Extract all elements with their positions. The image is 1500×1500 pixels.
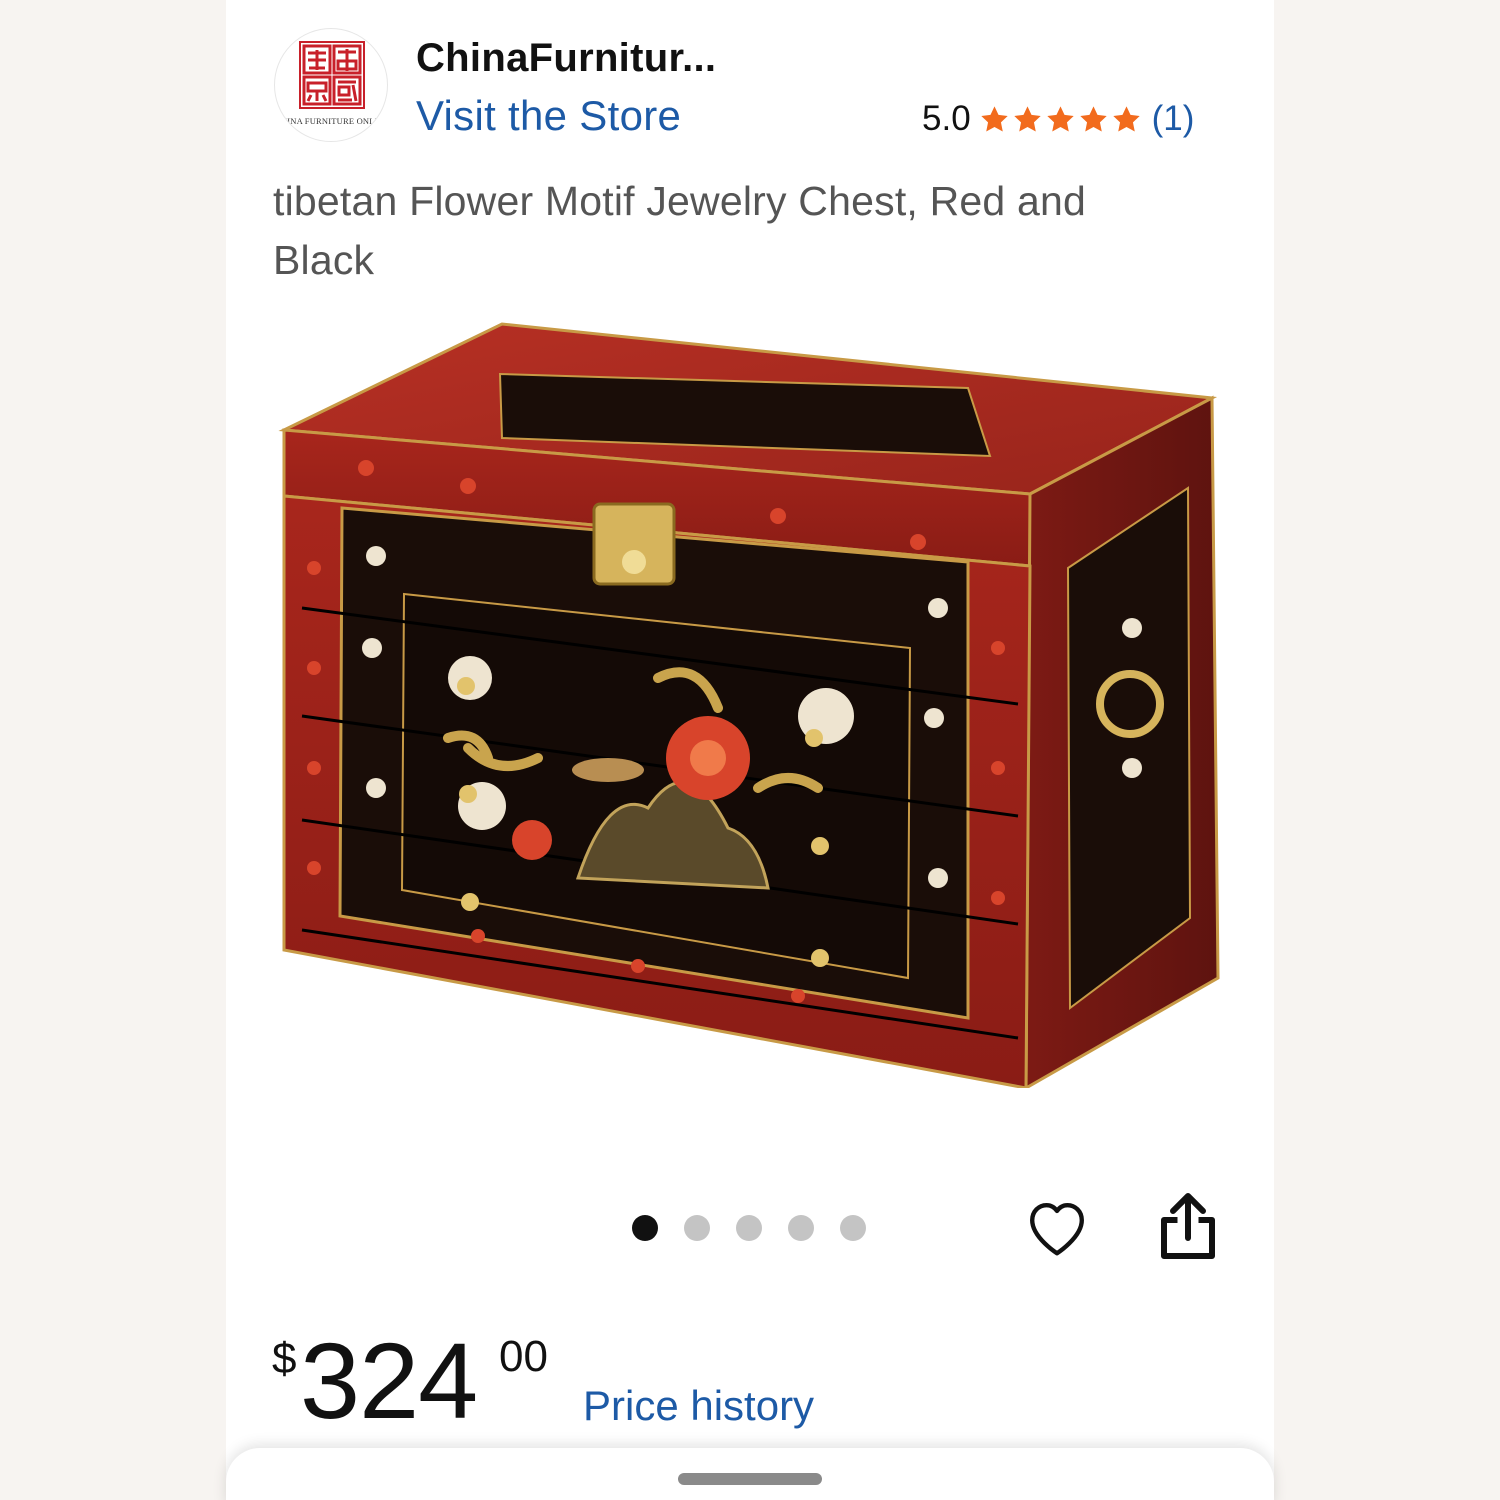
- seal-logo-icon: [299, 41, 365, 109]
- star-icon: [980, 105, 1008, 132]
- bottom-sheet[interactable]: [226, 1448, 1274, 1500]
- price-cents: 00: [499, 1332, 548, 1381]
- star-icon: [1013, 105, 1041, 132]
- rating-score: 5.0: [922, 99, 971, 138]
- rating-stars: [979, 104, 1142, 135]
- star-icon: [1046, 105, 1074, 132]
- carousel-dot-4[interactable]: [788, 1215, 814, 1241]
- product-title: tibetan Flower Motif Jewelry Chest, Red …: [273, 178, 1087, 283]
- star-icon: [1079, 105, 1107, 132]
- carousel-indicator[interactable]: [632, 1215, 866, 1241]
- heart-icon[interactable]: [1022, 1192, 1092, 1262]
- rating-summary[interactable]: 5.0 (1): [922, 98, 1194, 140]
- rating-count-link[interactable]: (1): [1152, 99, 1195, 139]
- product-panel: CHINA FURNITURE ONLINE ChinaFurnitur... …: [226, 0, 1274, 1500]
- carousel-dot-1[interactable]: [632, 1215, 658, 1241]
- price-currency: $: [272, 1334, 297, 1383]
- star-icon: [1112, 105, 1140, 132]
- sheet-drag-handle[interactable]: [678, 1473, 822, 1485]
- store-name[interactable]: ChinaFurnitur...: [416, 36, 716, 81]
- price-whole: 324: [300, 1320, 478, 1441]
- carousel-dot-3[interactable]: [736, 1215, 762, 1241]
- product-image[interactable]: [278, 318, 1222, 1088]
- visit-store-link[interactable]: Visit the Store: [416, 92, 681, 140]
- carousel-dot-2[interactable]: [684, 1215, 710, 1241]
- share-icon[interactable]: [1158, 1190, 1218, 1262]
- store-logo[interactable]: CHINA FURNITURE ONLINE: [274, 28, 388, 142]
- logo-caption: CHINA FURNITURE ONLINE: [275, 116, 388, 126]
- carousel-dot-5[interactable]: [840, 1215, 866, 1241]
- price-history-link[interactable]: Price history: [583, 1382, 814, 1430]
